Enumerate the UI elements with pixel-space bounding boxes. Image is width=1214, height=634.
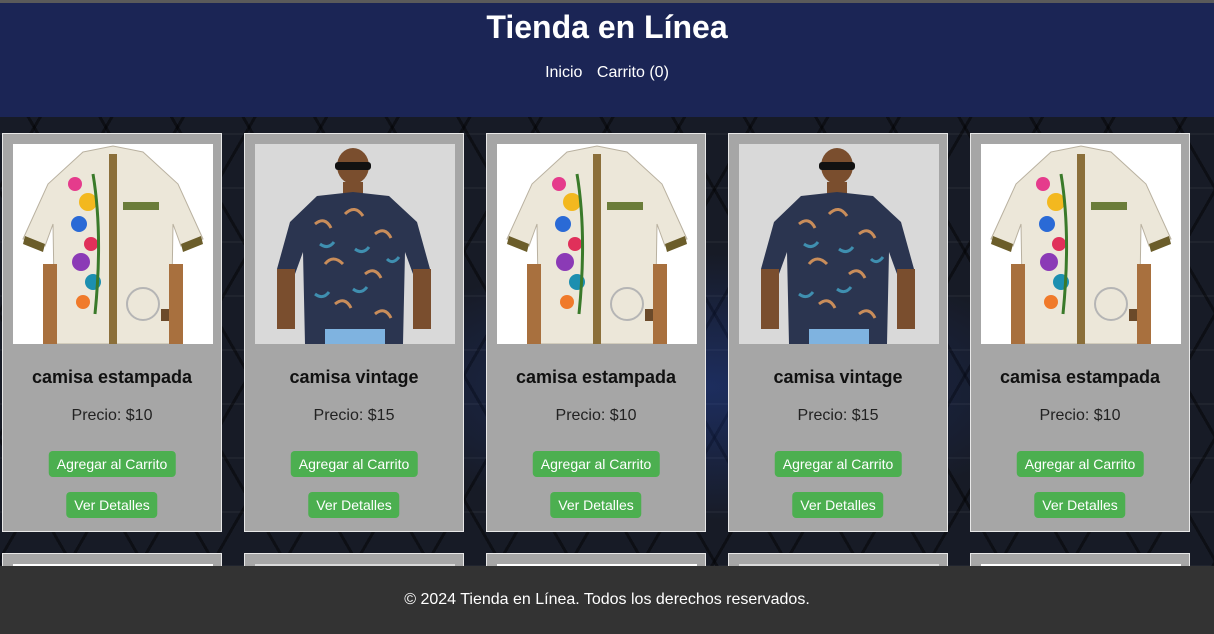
view-details-button[interactable]: Ver Detalles <box>1034 492 1126 518</box>
product-image <box>497 144 697 344</box>
product-name: camisa estampada <box>515 367 677 387</box>
site-header: Tienda en Línea Inicio Carrito (0) <box>0 3 1214 117</box>
product-name: camisa estampada <box>31 367 193 387</box>
product-price: Precio: $10 <box>71 407 153 424</box>
product-image <box>255 144 455 344</box>
view-details-button[interactable]: Ver Detalles <box>308 492 400 518</box>
add-to-cart-button[interactable]: Agregar al Carrito <box>774 451 902 477</box>
site-title: Tienda en Línea <box>486 9 728 45</box>
product-price: Precio: $15 <box>797 407 879 424</box>
shirt-image-icon <box>255 144 455 344</box>
view-details-button[interactable]: Ver Detalles <box>792 492 884 518</box>
add-to-cart-button[interactable]: Agregar al Carrito <box>290 451 418 477</box>
add-to-cart-button[interactable]: Agregar al Carrito <box>1016 451 1144 477</box>
add-to-cart-button[interactable]: Agregar al Carrito <box>48 451 176 477</box>
shirt-image-icon <box>497 144 697 344</box>
product-image <box>739 144 939 344</box>
add-to-cart-button[interactable]: Agregar al Carrito <box>532 451 660 477</box>
shirt-image-icon <box>739 144 939 344</box>
view-details-button[interactable]: Ver Detalles <box>550 492 642 518</box>
product-name: camisa vintage <box>289 367 419 387</box>
view-details-button[interactable]: Ver Detalles <box>66 492 158 518</box>
product-price: Precio: $15 <box>313 407 395 424</box>
product-card: camisa estampada Precio: $10 Agregar al … <box>970 133 1190 532</box>
product-card: camisa estampada Precio: $10 Agregar al … <box>486 133 706 532</box>
product-image <box>981 144 1181 344</box>
product-name: camisa estampada <box>999 367 1161 387</box>
product-name: camisa vintage <box>773 367 903 387</box>
product-price: Precio: $10 <box>1039 407 1121 424</box>
shirt-image-icon <box>981 144 1181 344</box>
product-card: camisa vintage Precio: $15 Agregar al Ca… <box>244 133 464 532</box>
product-price: Precio: $10 <box>555 407 637 424</box>
nav-link-carrito[interactable]: Carrito (0) <box>597 64 669 81</box>
copyright-text: © 2024 Tienda en Línea. Todos los derech… <box>404 591 810 608</box>
main-nav: Inicio Carrito (0) <box>0 64 1214 82</box>
shirt-image-icon <box>13 144 213 344</box>
product-card: camisa vintage Precio: $15 Agregar al Ca… <box>728 133 948 532</box>
product-card: camisa estampada Precio: $10 Agregar al … <box>2 133 222 532</box>
nav-link-inicio[interactable]: Inicio <box>545 64 582 81</box>
product-image <box>13 144 213 344</box>
site-footer: © 2024 Tienda en Línea. Todos los derech… <box>0 566 1214 634</box>
